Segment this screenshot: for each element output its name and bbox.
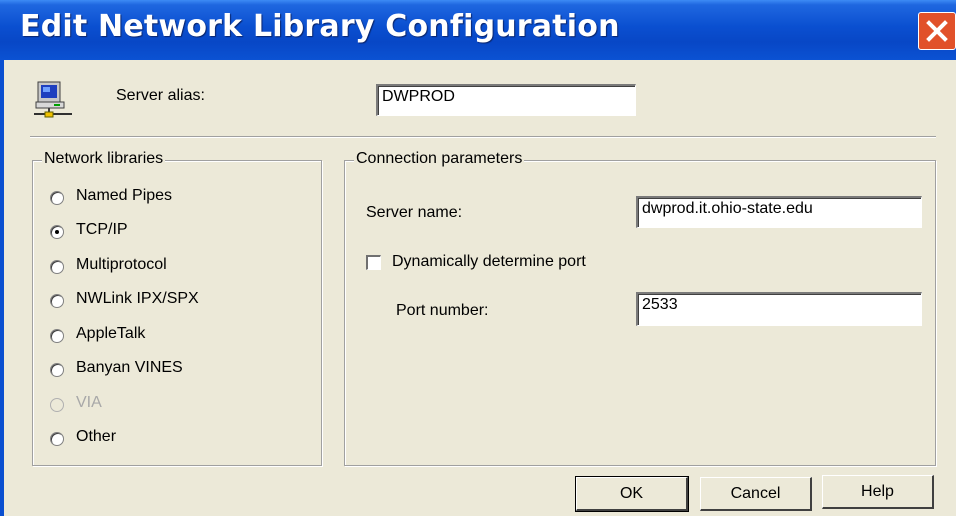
radio-button[interactable] [50,432,64,446]
dialog-title: Edit Network Library Configuration [20,9,620,44]
radio-button[interactable] [50,260,64,274]
computer-network-icon [34,81,72,118]
radio-label: Named Pipes [76,187,173,204]
server-name-input[interactable]: dwprod.it.ohio-state.edu [636,196,922,228]
server-alias-input[interactable]: DWPROD [376,84,636,116]
edit-network-library-dialog: Edit Network Library Configuration Serve… [0,0,956,516]
connection-parameters-legend: Connection parameters [354,150,525,168]
ok-button[interactable]: OK [575,476,689,512]
radio-label: NWLink IPX/SPX [76,290,199,307]
network-libraries-legend: Network libraries [42,150,166,168]
title-bar[interactable]: Edit Network Library Configuration [0,0,956,60]
server-name-label: Server name: [366,204,463,221]
radio-label: Banyan VINES [76,359,183,376]
port-number-input[interactable]: 2533 [636,292,922,326]
server-alias-label: Server alias: [116,87,205,104]
network-libraries-group [32,160,322,466]
radio-label: AppleTalk [76,325,146,342]
dynamic-port-checkbox[interactable] [366,255,381,270]
cancel-button[interactable]: Cancel [700,477,812,511]
port-number-label: Port number: [396,302,489,319]
window-frame [0,60,4,516]
radio-button[interactable] [50,225,64,239]
close-icon [926,20,948,42]
radio-label: Multiprotocol [76,256,167,273]
radio-button[interactable] [50,363,64,377]
separator [30,136,936,138]
dynamic-port-label[interactable]: Dynamically determine port [392,253,586,271]
radio-button[interactable] [50,191,64,205]
radio-label: Other [76,428,117,445]
radio-button[interactable] [50,294,64,308]
close-button[interactable] [918,12,956,50]
radio-button [50,398,64,412]
help-button[interactable]: Help [822,475,934,509]
radio-label: TCP/IP [76,221,128,238]
radio-button[interactable] [50,329,64,343]
radio-label: VIA [76,394,102,411]
